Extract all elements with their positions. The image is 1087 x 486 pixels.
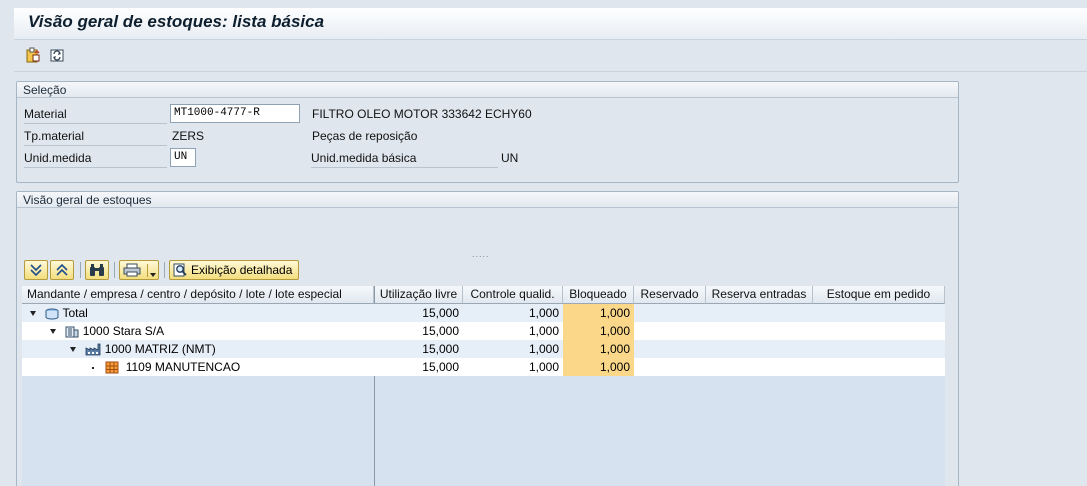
splitter-handle[interactable]: ..... — [472, 249, 490, 259]
find-button[interactable] — [85, 260, 109, 280]
receipt-reservations-value — [706, 358, 813, 376]
tree-node-storage-location[interactable]: 1109 MANUTENCAO — [92, 358, 374, 376]
unrestricted-value: 15,000 — [422, 324, 459, 338]
stock-overview-title: Visão geral de estoques — [17, 192, 958, 208]
on-order-value — [813, 322, 945, 340]
toolbar-separator — [80, 262, 81, 278]
col-header-hierarchy[interactable]: Mandante / empresa / centro / depósito /… — [22, 286, 374, 304]
refresh-icon[interactable] — [48, 46, 66, 64]
company-icon — [65, 326, 79, 338]
reserved-value — [634, 322, 706, 340]
on-order-value — [813, 304, 945, 322]
quality-value: 1,000 — [528, 306, 559, 320]
tree-node-label: 1000 MATRIZ (NMT) — [104, 342, 216, 356]
material-type-description: Peças de reposição — [312, 129, 418, 143]
quality-value: 1,000 — [528, 342, 559, 356]
blocked-value: 1,000 — [563, 358, 634, 376]
col-header-receipt-reservations[interactable]: Reserva entradas — [706, 286, 813, 304]
expand-all-button[interactable] — [24, 260, 48, 280]
expand-all-icon — [30, 264, 42, 276]
base-unit-value: UN — [501, 151, 519, 165]
tree-node-label: 1109 MANUTENCAO — [125, 360, 241, 374]
reserved-value — [634, 358, 706, 376]
col-header-quality[interactable]: Controle qualid. — [463, 286, 563, 304]
tree-node-label: Total — [62, 306, 88, 320]
factory-icon — [85, 343, 101, 356]
application-toolbar — [14, 40, 1087, 72]
clipboard-icon[interactable] — [24, 46, 42, 64]
table-row[interactable]: 1000 MATRIZ (NMT) 15,000 1,000 1,000 — [22, 340, 945, 358]
blocked-value: 1,000 — [563, 322, 634, 340]
magnifier-icon — [173, 263, 187, 277]
leaf-bullet-icon — [92, 366, 94, 369]
reserved-value — [634, 304, 706, 322]
material-input[interactable]: MT1000-4777-R — [170, 104, 300, 123]
material-label: Material — [24, 104, 167, 124]
print-menu-button[interactable] — [119, 260, 159, 280]
unit-input[interactable]: UN — [170, 148, 196, 167]
material-type-value: ZERS — [172, 129, 205, 143]
blocked-value: 1,000 — [563, 304, 634, 322]
table-row[interactable]: Total 15,000 1,000 1,000 — [22, 304, 945, 322]
receipt-reservations-value — [706, 340, 813, 358]
toolbar-separator — [114, 262, 115, 278]
unrestricted-value: 15,000 — [422, 342, 459, 356]
table-row[interactable]: 1000 Stara S/A 15,000 1,000 1,000 — [22, 322, 945, 340]
col-header-reserved[interactable]: Reservado — [634, 286, 706, 304]
expand-arrow-icon[interactable] — [50, 329, 56, 335]
selection-group-title: Seleção — [17, 82, 958, 98]
tree-node-company[interactable]: 1000 Stara S/A — [50, 322, 374, 340]
page-title: Visão geral de estoques: lista básica — [28, 12, 325, 31]
collapse-all-icon — [56, 264, 68, 276]
unrestricted-value: 15,000 — [422, 306, 459, 320]
col-header-blocked[interactable]: Bloqueado — [563, 286, 634, 304]
expand-arrow-icon[interactable] — [30, 311, 36, 317]
blocked-value: 1,000 — [563, 340, 634, 358]
title-bar: Visão geral de estoques: lista básica — [14, 8, 1087, 40]
selection-group: Seleção Material MT1000-4777-R FILTRO OL… — [16, 81, 959, 183]
reserved-value — [634, 340, 706, 358]
table-row[interactable]: 1109 MANUTENCAO 15,000 1,000 1,000 — [22, 358, 945, 376]
tree-node-plant[interactable]: 1000 MATRIZ (NMT) — [70, 340, 374, 358]
col-header-on-order[interactable]: Estoque em pedido — [813, 286, 945, 304]
on-order-value — [813, 358, 945, 376]
col-header-unrestricted[interactable]: Utilização livre — [374, 286, 463, 304]
collapse-all-button[interactable] — [50, 260, 74, 280]
dropdown-arrow-icon — [147, 264, 156, 277]
unrestricted-value: 15,000 — [422, 360, 459, 374]
warehouse-shelf-icon — [105, 361, 119, 374]
tree-node-label: 1000 Stara S/A — [82, 324, 165, 338]
detail-display-button[interactable]: Exibição detalhada — [169, 260, 299, 280]
detail-display-label: Exibição detalhada — [191, 263, 293, 277]
unit-label: Unid.medida — [24, 148, 167, 168]
material-type-label: Tp.material — [24, 126, 167, 146]
database-icon — [45, 308, 59, 320]
material-description: FILTRO OLEO MOTOR 333642 ECHY60 — [312, 107, 532, 121]
expand-arrow-icon[interactable] — [70, 347, 76, 353]
toolbar-separator — [164, 262, 165, 278]
binoculars-icon — [90, 264, 104, 276]
receipt-reservations-value — [706, 304, 813, 322]
tree-node-total[interactable]: Total — [30, 304, 374, 322]
receipt-reservations-value — [706, 322, 813, 340]
base-unit-label: Unid.medida básica — [311, 148, 498, 168]
printer-icon — [123, 263, 141, 277]
quality-value: 1,000 — [528, 360, 559, 374]
on-order-value — [813, 340, 945, 358]
quality-value: 1,000 — [528, 324, 559, 338]
